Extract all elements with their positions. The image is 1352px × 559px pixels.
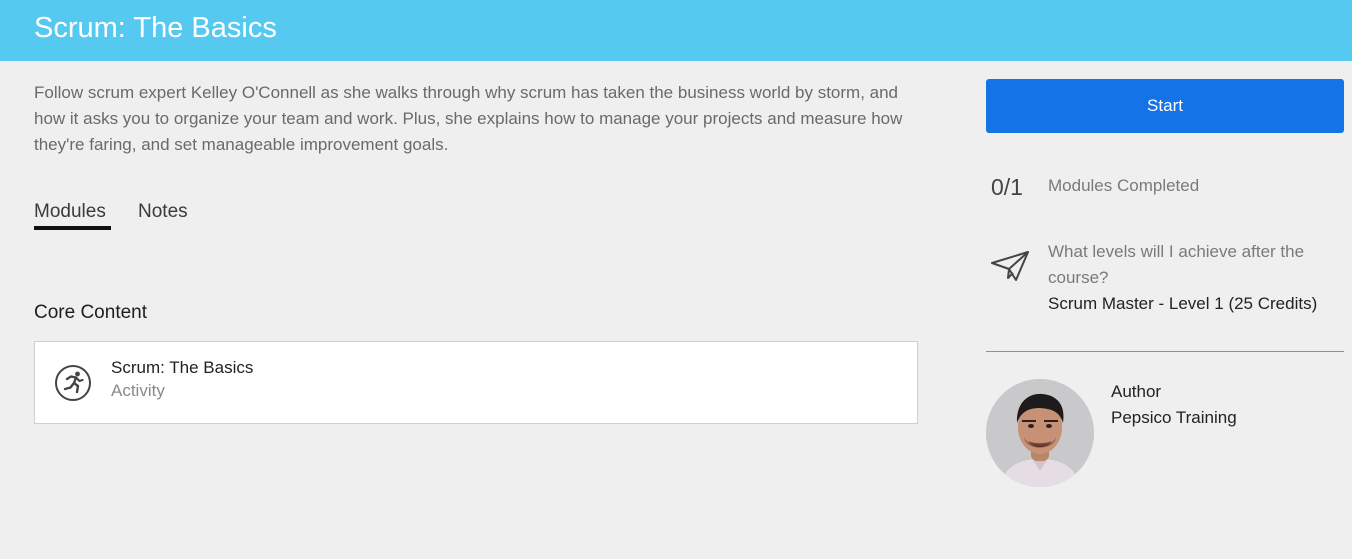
module-title: Scrum: The Basics <box>111 358 254 377</box>
author-avatar <box>986 379 1094 487</box>
tab-notes-label: Notes <box>138 201 188 222</box>
course-description: Follow scrum expert Kelley O'Connell as … <box>34 83 903 154</box>
levels-question: What levels will I achieve after the cou… <box>1048 242 1305 287</box>
paper-plane-icon <box>989 249 1031 283</box>
author-label: Author <box>1111 382 1162 401</box>
page-title: Scrum: The Basics <box>34 12 277 44</box>
sidebar-divider <box>986 351 1344 352</box>
modules-completed-count: 0/1 <box>991 174 1023 200</box>
core-content-heading: Core Content <box>34 302 148 323</box>
module-item[interactable]: Scrum: The Basics Activity <box>34 341 918 424</box>
running-person-icon <box>54 364 92 402</box>
start-button[interactable]: Start <box>986 79 1344 133</box>
levels-value: Scrum Master - Level 1 (25 Credits) <box>1048 294 1318 313</box>
module-type: Activity <box>111 381 165 400</box>
modules-completed-label: Modules Completed <box>1048 176 1200 195</box>
course-header: Scrum: The Basics <box>0 0 1352 61</box>
active-tab-indicator <box>34 226 111 230</box>
author-name: Pepsico Training <box>1111 408 1237 427</box>
tab-notes[interactable]: Notes <box>138 199 188 225</box>
tab-modules[interactable]: Modules <box>34 199 111 230</box>
tab-modules-label: Modules <box>34 201 106 222</box>
